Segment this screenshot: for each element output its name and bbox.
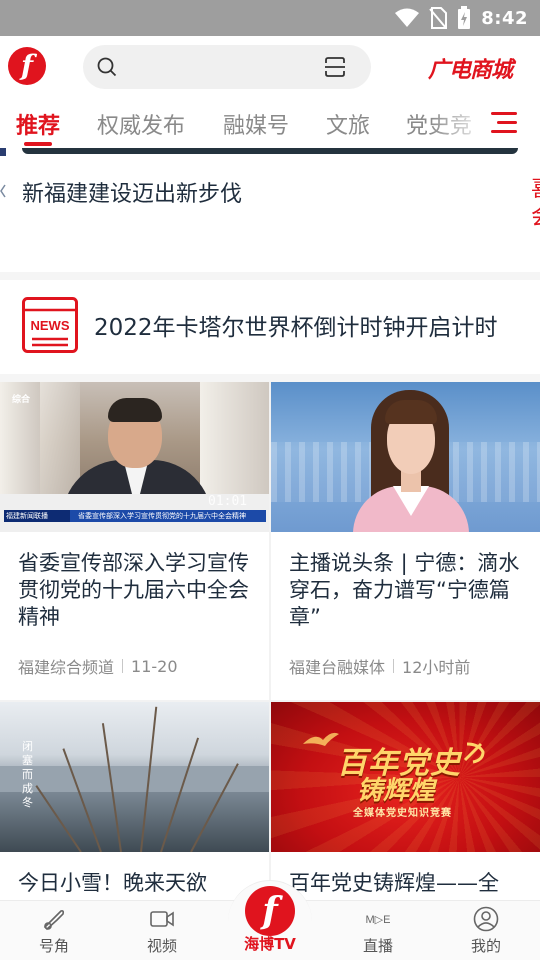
poem-text: 闭塞而成冬 xyxy=(22,740,33,809)
news-icon: NEWS xyxy=(22,297,78,353)
channel-bug: 综合 xyxy=(12,395,31,405)
chevron-left-icon xyxy=(0,184,6,198)
video-timecode: 01:01 xyxy=(208,494,248,509)
tab-active-indicator xyxy=(24,142,52,146)
card-source: 福建综合频道 xyxy=(18,658,115,677)
meta-divider xyxy=(122,659,124,673)
nav-haibo-label[interactable]: 海博TV xyxy=(230,933,310,954)
status-time: 8:42 xyxy=(481,7,528,29)
card-meta: 福建台融媒体 12小时前 xyxy=(289,654,470,678)
tab-official[interactable]: 权威发布 xyxy=(97,108,185,140)
card-thumbnail[interactable] xyxy=(271,382,540,532)
mall-link[interactable]: 广电商城 xyxy=(428,52,513,84)
tab-media[interactable]: 融媒号 xyxy=(223,108,289,140)
app-logo[interactable]: f xyxy=(8,47,46,85)
search-icon xyxy=(97,57,117,77)
banner-carousel[interactable]: 新福建建设迈出新步伐 喜会 xyxy=(0,148,540,272)
nav-mine[interactable]: 我的 xyxy=(432,901,540,960)
wifi-icon xyxy=(395,8,420,27)
prev-banner-edge xyxy=(0,148,6,156)
menu-icon[interactable] xyxy=(491,112,517,134)
tabs-fade xyxy=(430,98,490,148)
lower-third: 福建新闻联播 省委宣传部深入学习宣传贯彻党的十九届六中全会精神 xyxy=(4,510,266,522)
category-tabs: 推荐 权威发布 融媒号 文旅 党史竞 xyxy=(0,98,540,148)
party-emblem-icon xyxy=(463,742,485,764)
banner-image[interactable] xyxy=(22,148,518,154)
card-title[interactable]: 百年党史铸辉煌——全 xyxy=(289,870,529,897)
news-ticker[interactable]: NEWS 2022年卡塔尔世界杯倒计时钟开启计时 xyxy=(0,280,540,374)
dove-graphic xyxy=(303,732,339,746)
thumb-subtitle: 全媒体党史知识竞赛 xyxy=(353,808,452,819)
card-thumbnail[interactable]: 综合 01:01 福建新闻联播 省委宣传部深入学习宣传贯彻党的十九届六中全会精神 xyxy=(0,382,269,532)
card-meta: 福建综合频道 11-20 xyxy=(18,654,178,678)
card-thumbnail[interactable]: 闭塞而成冬 xyxy=(0,702,269,852)
tab-recommend[interactable]: 推荐 xyxy=(16,108,60,140)
haibo-logo-icon[interactable]: f xyxy=(245,886,295,936)
card-time: 11-20 xyxy=(131,656,178,676)
meta-divider xyxy=(393,659,395,673)
scan-icon[interactable] xyxy=(323,55,347,79)
status-bar: 8:42 xyxy=(0,0,540,36)
news-card[interactable]: 闭塞而成冬 今日小雪！晚来天欲 xyxy=(0,702,269,900)
thumb-title-line2: 铸辉煌 xyxy=(357,776,436,806)
svg-text:M▷E: M▷E xyxy=(366,914,391,926)
news-card[interactable]: 百年党史 铸辉煌 全媒体党史知识竞赛 百年党史铸辉煌——全 xyxy=(271,702,540,900)
app-header: f 广电商城 xyxy=(0,36,540,98)
card-source: 福建台融媒体 xyxy=(289,658,386,677)
news-card[interactable]: 主播说头条 | 宁德：滴水穿石，奋力谱写“宁德篇章” 福建台融媒体 12小时前 xyxy=(271,382,540,700)
status-icons: 8:42 xyxy=(395,6,528,30)
section-divider xyxy=(0,272,540,280)
card-thumbnail[interactable]: 百年党史 铸辉煌 全媒体党史知识竞赛 xyxy=(271,702,540,852)
card-title[interactable]: 今日小雪！晚来天欲 xyxy=(18,870,258,897)
nav-horn[interactable]: 号角 xyxy=(0,901,108,960)
next-banner-peek: 喜会 xyxy=(531,176,540,232)
nav-video[interactable]: 视频 xyxy=(108,901,216,960)
card-title[interactable]: 主播说头条 | 宁德：滴水穿石，奋力谱写“宁德篇章” xyxy=(289,550,529,631)
video-icon xyxy=(150,911,174,927)
tab-culture-travel[interactable]: 文旅 xyxy=(326,108,370,140)
banner-caption[interactable]: 新福建建设迈出新步伐 xyxy=(22,176,242,208)
live-icon: M▷E xyxy=(366,914,391,926)
news-card[interactable]: 综合 01:01 福建新闻联播 省委宣传部深入学习宣传贯彻党的十九届六中全会精神… xyxy=(0,382,269,700)
search-bar[interactable] xyxy=(83,45,371,89)
section-divider xyxy=(0,374,540,382)
card-time: 12小时前 xyxy=(402,658,471,677)
battery-charging-icon xyxy=(458,6,471,29)
nav-live[interactable]: M▷E 直播 xyxy=(324,901,432,960)
ticker-headline[interactable]: 2022年卡塔尔世界杯倒计时钟开启计时 xyxy=(94,308,498,342)
card-title[interactable]: 省委宣传部深入学习宣传贯彻党的十九届六中全会精神 xyxy=(18,550,258,631)
horn-icon xyxy=(43,910,65,931)
user-icon xyxy=(473,906,499,932)
news-icon-label: NEWS xyxy=(31,318,70,333)
no-sim-icon xyxy=(429,7,448,29)
